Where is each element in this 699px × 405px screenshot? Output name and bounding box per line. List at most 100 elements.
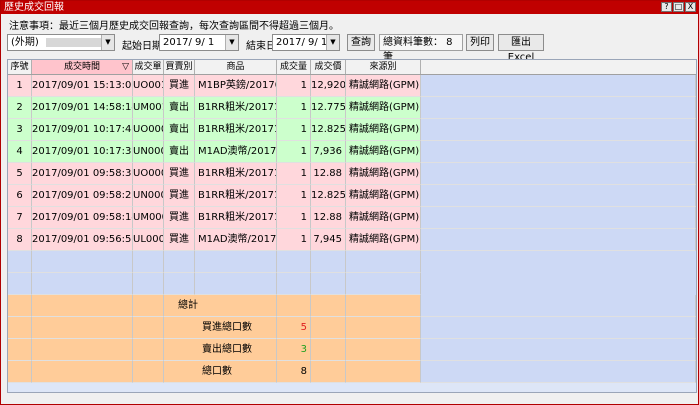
row-filler <box>421 141 696 163</box>
row-filler <box>421 295 696 317</box>
end-date-picker[interactable]: 2017/ 9/ 1 ▼ <box>272 34 340 51</box>
blank-cell <box>311 251 346 273</box>
cell-time: 2017/09/01 14:58:14 <box>32 97 133 119</box>
col-header-price[interactable]: 成交價 <box>311 60 346 74</box>
cell-qty: 1 <box>277 141 311 163</box>
row-filler <box>421 207 696 229</box>
row-filler <box>421 339 696 361</box>
table-row[interactable]: 72017/09/01 09:58:14UM0001買進B1RR粗米/20171… <box>8 207 696 229</box>
blank-cell <box>311 273 346 295</box>
cell-price: 12.775 <box>311 97 346 119</box>
table-row[interactable]: 62017/09/01 09:58:23UN0001買進B1RR粗米/20171… <box>8 185 696 207</box>
cell-time: 2017/09/01 09:58:23 <box>32 185 133 207</box>
summary-row[interactable]: 總口數 8 <box>8 361 696 383</box>
cell-no: 3 <box>8 119 32 141</box>
summary-empty-cell <box>8 361 32 383</box>
window-title: 歷史成交回報 <box>4 2 64 13</box>
cell-side: 買進 <box>164 75 195 97</box>
summary-empty-cell <box>32 317 133 339</box>
query-button[interactable]: 查詢 <box>347 34 375 51</box>
summary-empty-cell <box>8 317 32 339</box>
cell-order: UO0013 <box>133 75 164 97</box>
cell-side: 買進 <box>164 185 195 207</box>
blank-cell <box>346 273 421 295</box>
cell-source: 精誠網路(GPM) <box>346 75 421 97</box>
start-date-value: 2017/ 9/ 1 <box>163 37 215 48</box>
cell-no: 5 <box>8 163 32 185</box>
row-filler <box>421 75 696 97</box>
account-select[interactable]: (外期) ▼ <box>7 34 115 51</box>
export-excel-button[interactable]: 匯出Excel <box>498 34 544 63</box>
table-row[interactable]: 22017/09/01 14:58:14UM0013賣出B1RR粗米/20171… <box>8 97 696 119</box>
total-count-field: 總資料筆數： 8筆 <box>379 34 463 63</box>
cell-price: 12.825 <box>311 119 346 141</box>
cell-order: UN0001 <box>133 185 164 207</box>
blank-row[interactable] <box>8 273 696 295</box>
start-date-label: 起始日期 <box>122 41 162 52</box>
history-trade-window: 歷史成交回報 ? □ X 注意事項：最近三個月歷史成交回報查詢，每次查詢區間不得… <box>0 0 699 405</box>
col-header-product[interactable]: 商品 <box>195 60 277 74</box>
account-label: (外期) <box>11 37 39 48</box>
close-button[interactable]: X <box>685 2 696 12</box>
summary-row[interactable]: 買進總口數 5 <box>8 317 696 339</box>
cell-source: 精誠網路(GPM) <box>346 97 421 119</box>
col-header-no[interactable]: 序號 <box>8 60 32 74</box>
table-row[interactable]: 12017/09/01 15:13:03UO0013買進M1BP英鎊/20170… <box>8 75 696 97</box>
cell-price: 12,920 <box>311 75 346 97</box>
summary-label: 總計 <box>164 295 277 317</box>
summary-empty-cell <box>32 339 133 361</box>
blank-cell <box>195 273 277 295</box>
cell-no: 8 <box>8 229 32 251</box>
table-row[interactable]: 42017/09/01 10:17:31UN0002賣出M1AD澳幣/20170… <box>8 141 696 163</box>
col-header-time[interactable]: 成交時間 ▽ <box>32 60 133 74</box>
cell-order: UO0002 <box>133 119 164 141</box>
chevron-down-icon[interactable]: ▼ <box>101 35 114 50</box>
cell-order: UO0001 <box>133 163 164 185</box>
cell-no: 7 <box>8 207 32 229</box>
cell-product: B1RR粗米/201711 <box>195 97 277 119</box>
summary-empty-cell <box>311 361 346 383</box>
cell-price: 12.88 <box>311 207 346 229</box>
cell-time: 2017/09/01 09:58:14 <box>32 207 133 229</box>
blank-cell <box>133 273 164 295</box>
col-header-order[interactable]: 成交單號 <box>133 60 164 86</box>
cell-qty: 1 <box>277 119 311 141</box>
blank-row[interactable] <box>8 251 696 273</box>
summary-empty-cell <box>133 317 164 339</box>
cell-product: M1BP英鎊/201709 <box>195 75 277 97</box>
row-filler <box>421 361 696 383</box>
summary-row[interactable]: 賣出總口數 3 <box>8 339 696 361</box>
cell-order: UM0001 <box>133 207 164 229</box>
blank-cell <box>277 251 311 273</box>
cell-order: UL0001 <box>133 229 164 251</box>
cell-product: M1AD澳幣/201709 <box>195 229 277 251</box>
print-button[interactable]: 列印 <box>466 34 494 51</box>
chevron-down-icon[interactable]: ▼ <box>326 35 339 50</box>
help-button[interactable]: ? <box>661 2 672 12</box>
table-row[interactable]: 32017/09/01 10:17:45UO0002賣出B1RR粗米/20171… <box>8 119 696 141</box>
blank-cell <box>195 251 277 273</box>
summary-empty-cell <box>133 361 164 383</box>
summary-empty-cell <box>311 339 346 361</box>
blank-cell <box>277 273 311 295</box>
col-header-source[interactable]: 來源別 <box>346 60 421 74</box>
cell-qty: 1 <box>277 207 311 229</box>
summary-empty-cell <box>8 295 32 317</box>
cell-product: B1RR粗米/201711 <box>195 207 277 229</box>
table-row[interactable]: 82017/09/01 09:56:59UL0001買進M1AD澳幣/20170… <box>8 229 696 251</box>
cell-price: 7,936 <box>311 141 346 163</box>
summary-value: 5 <box>277 317 311 339</box>
col-header-side[interactable]: 買賣別 <box>164 60 195 74</box>
row-filler <box>421 119 696 141</box>
maximize-button[interactable]: □ <box>673 2 684 12</box>
blank-cell <box>164 273 195 295</box>
chevron-down-icon[interactable]: ▼ <box>225 35 238 50</box>
summary-empty-cell <box>32 361 133 383</box>
start-date-picker[interactable]: 2017/ 9/ 1 ▼ <box>159 34 239 51</box>
blank-cell <box>8 251 32 273</box>
col-header-qty[interactable]: 成交量 <box>277 60 311 74</box>
summary-row[interactable]: 總計 <box>8 295 696 317</box>
summary-empty-cell <box>32 295 133 317</box>
cell-source: 精誠網路(GPM) <box>346 119 421 141</box>
table-row[interactable]: 52017/09/01 09:58:38UO0001買進B1RR粗米/20171… <box>8 163 696 185</box>
